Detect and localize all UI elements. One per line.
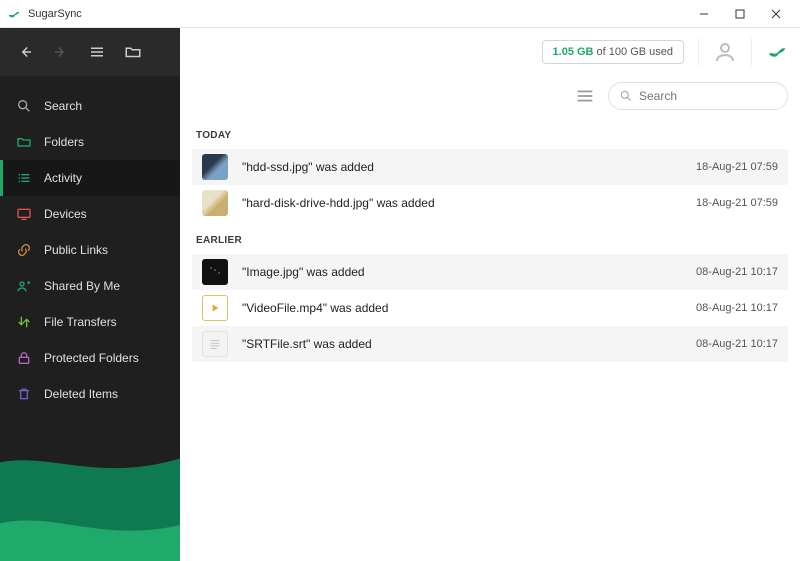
search-icon bbox=[619, 89, 633, 103]
devices-icon bbox=[16, 206, 32, 222]
divider bbox=[698, 38, 699, 66]
lock-icon bbox=[16, 350, 32, 366]
user-icon[interactable] bbox=[713, 40, 737, 64]
sidebar-item-label: Folders bbox=[44, 135, 84, 149]
header-strip: 1.05 GB of 100 GB used bbox=[180, 28, 800, 76]
sidebar-item-label: Activity bbox=[44, 171, 82, 185]
search-box[interactable] bbox=[608, 82, 788, 110]
sidebar-item-search[interactable]: Search bbox=[0, 88, 180, 124]
sidebar-item-shared-by-me[interactable]: Shared By Me bbox=[0, 268, 180, 304]
search-icon bbox=[16, 98, 32, 114]
sidebar: Search Folders Activity Devices Public L… bbox=[0, 28, 180, 561]
storage-used: 1.05 GB bbox=[553, 46, 594, 58]
sidebar-item-label: Public Links bbox=[44, 243, 108, 257]
group-header-earlier: EARLIER bbox=[192, 221, 788, 254]
activity-row[interactable]: "hdd-ssd.jpg" was added 18-Aug-21 07:59 bbox=[192, 149, 788, 185]
window-minimize-button[interactable] bbox=[686, 0, 722, 28]
forward-button[interactable] bbox=[50, 41, 72, 63]
trash-icon bbox=[16, 386, 32, 402]
activity-timestamp: 08-Aug-21 10:17 bbox=[696, 338, 778, 350]
sidebar-item-label: Shared By Me bbox=[44, 279, 120, 293]
thumbnail-image-icon bbox=[202, 190, 228, 216]
activity-description: "SRTFile.srt" was added bbox=[242, 337, 696, 351]
window-close-button[interactable] bbox=[758, 0, 794, 28]
thumbnail-file-icon bbox=[202, 331, 228, 357]
back-button[interactable] bbox=[14, 41, 36, 63]
storage-indicator[interactable]: 1.05 GB of 100 GB used bbox=[542, 40, 684, 64]
thumbnail-image-icon bbox=[202, 259, 228, 285]
search-input[interactable] bbox=[639, 89, 794, 103]
activity-row[interactable]: "SRTFile.srt" was added 08-Aug-21 10:17 bbox=[192, 326, 788, 362]
sidebar-item-label: Deleted Items bbox=[44, 387, 118, 401]
sidebar-item-label: Search bbox=[44, 99, 82, 113]
shared-icon bbox=[16, 278, 32, 294]
activity-description: "hard-disk-drive-hdd.jpg" was added bbox=[242, 196, 696, 210]
sidebar-item-deleted-items[interactable]: Deleted Items bbox=[0, 376, 180, 412]
group-header-today: TODAY bbox=[192, 116, 788, 149]
transfer-icon bbox=[16, 314, 32, 330]
sidebar-item-label: File Transfers bbox=[44, 315, 117, 329]
activity-description: "hdd-ssd.jpg" was added bbox=[242, 160, 696, 174]
sidebar-item-devices[interactable]: Devices bbox=[0, 196, 180, 232]
activity-row[interactable]: "hard-disk-drive-hdd.jpg" was added 18-A… bbox=[192, 185, 788, 221]
content-area: 1.05 GB of 100 GB used TODAY "hdd-ssd.jp… bbox=[180, 28, 800, 561]
folder-outline-icon[interactable] bbox=[122, 41, 144, 63]
link-icon bbox=[16, 242, 32, 258]
sidebar-toolbar bbox=[0, 28, 180, 76]
activity-icon bbox=[16, 170, 32, 186]
content-toolbar bbox=[180, 76, 800, 116]
activity-timestamp: 18-Aug-21 07:59 bbox=[696, 197, 778, 209]
activity-timestamp: 08-Aug-21 10:17 bbox=[696, 266, 778, 278]
activity-row[interactable]: "Image.jpg" was added 08-Aug-21 10:17 bbox=[192, 254, 788, 290]
view-list-icon[interactable] bbox=[574, 85, 596, 107]
divider bbox=[751, 38, 752, 66]
activity-description: "Image.jpg" was added bbox=[242, 265, 696, 279]
menu-icon[interactable] bbox=[86, 41, 108, 63]
folder-icon bbox=[16, 134, 32, 150]
sidebar-item-folders[interactable]: Folders bbox=[0, 124, 180, 160]
storage-total: of 100 GB used bbox=[594, 46, 674, 58]
window-maximize-button[interactable] bbox=[722, 0, 758, 28]
sidebar-nav: Search Folders Activity Devices Public L… bbox=[0, 88, 180, 412]
sidebar-item-public-links[interactable]: Public Links bbox=[0, 232, 180, 268]
app-logo-icon bbox=[6, 6, 22, 22]
sidebar-item-protected-folders[interactable]: Protected Folders bbox=[0, 340, 180, 376]
activity-list: TODAY "hdd-ssd.jpg" was added 18-Aug-21 … bbox=[180, 116, 800, 561]
activity-row[interactable]: "VideoFile.mp4" was added 08-Aug-21 10:1… bbox=[192, 290, 788, 326]
sidebar-item-activity[interactable]: Activity bbox=[0, 160, 180, 196]
window-title: SugarSync bbox=[28, 8, 686, 20]
sidebar-item-label: Devices bbox=[44, 207, 87, 221]
sidebar-item-label: Protected Folders bbox=[44, 351, 139, 365]
activity-description: "VideoFile.mp4" was added bbox=[242, 301, 696, 315]
activity-timestamp: 08-Aug-21 10:17 bbox=[696, 302, 778, 314]
activity-timestamp: 18-Aug-21 07:59 bbox=[696, 161, 778, 173]
thumbnail-image-icon bbox=[202, 154, 228, 180]
sidebar-item-file-transfers[interactable]: File Transfers bbox=[0, 304, 180, 340]
thumbnail-video-icon bbox=[202, 295, 228, 321]
window-titlebar: SugarSync bbox=[0, 0, 800, 28]
brand-bird-icon[interactable] bbox=[766, 41, 788, 63]
